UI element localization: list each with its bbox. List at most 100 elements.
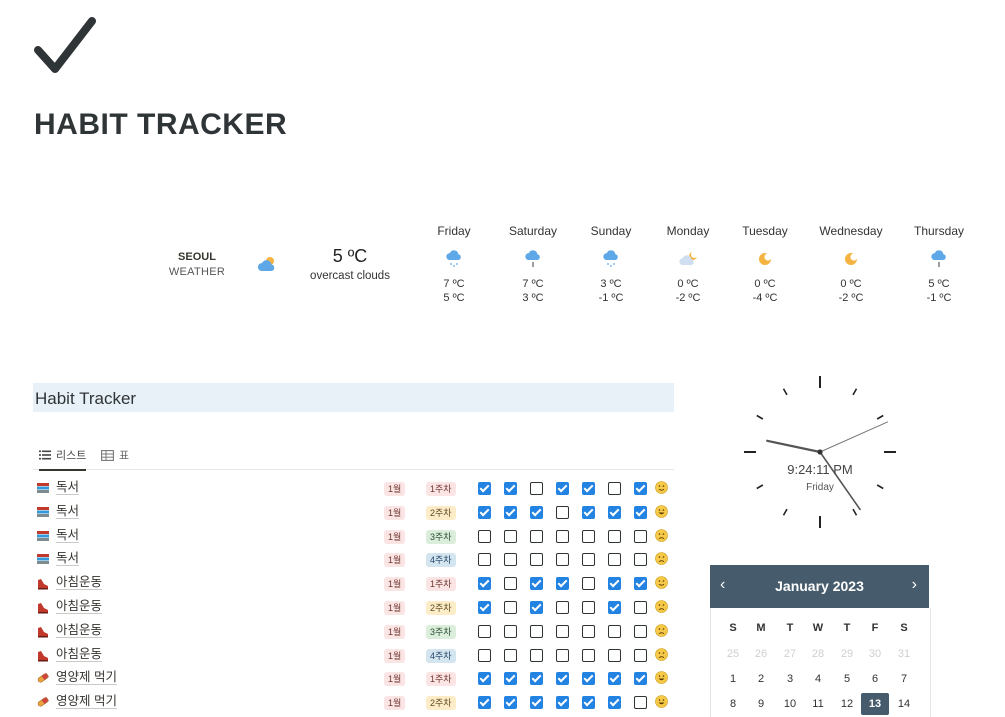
calendar-day-prev-month[interactable]: 28 [804,643,832,665]
day-checkbox[interactable] [530,482,543,495]
habit-name[interactable]: 독서 [56,551,80,567]
day-checkbox[interactable] [504,696,517,710]
day-checkbox[interactable] [530,601,543,614]
day-checkbox[interactable] [608,648,621,662]
day-checkbox[interactable] [556,482,569,495]
day-checkbox[interactable] [582,624,595,638]
day-checkbox[interactable] [556,672,569,686]
day-checkbox[interactable] [478,529,491,543]
habit-row[interactable]: 영양제 먹기 1월 2주차 [33,691,674,713]
day-checkbox[interactable] [530,624,543,638]
day-checkbox[interactable] [504,648,517,662]
day-checkbox[interactable] [556,648,569,662]
calendar-day[interactable]: 12 [833,693,861,715]
calendar-day[interactable]: 1 [719,668,747,690]
day-checkbox[interactable] [556,601,569,614]
day-checkbox[interactable] [504,601,517,614]
day-checkbox[interactable] [634,601,647,614]
habit-row[interactable]: 독서 1월 3주차 [33,525,674,547]
day-checkbox[interactable] [504,482,517,495]
calendar-day-prev-month[interactable]: 26 [747,643,775,665]
day-checkbox[interactable] [478,672,491,686]
day-checkbox[interactable] [608,482,621,495]
day-checkbox[interactable] [634,696,647,710]
day-checkbox[interactable] [582,529,595,543]
tab-table-view[interactable]: 표 [101,447,129,463]
day-checkbox[interactable] [582,696,595,710]
day-checkbox[interactable] [634,505,647,519]
day-checkbox[interactable] [608,601,621,614]
day-checkbox[interactable] [530,529,543,543]
calendar-day-today[interactable]: 13 [861,693,889,715]
day-checkbox[interactable] [634,624,647,638]
day-checkbox[interactable] [608,505,621,519]
day-checkbox[interactable] [530,553,543,567]
day-checkbox[interactable] [608,577,621,591]
day-checkbox[interactable] [556,553,569,567]
habit-row[interactable]: 아침운동 1월 1주차 [33,572,674,594]
day-checkbox[interactable] [530,672,543,686]
calendar-day[interactable]: 4 [804,668,832,690]
day-checkbox[interactable] [582,482,595,495]
calendar-day[interactable]: 11 [804,693,832,715]
day-checkbox[interactable] [478,601,491,614]
calendar-day[interactable]: 9 [747,693,775,715]
habit-name[interactable]: 독서 [56,504,80,519]
habit-name[interactable]: 아침운동 [56,575,103,591]
day-checkbox[interactable] [478,624,491,638]
habit-row[interactable]: 아침운동 1월 4주차 [33,644,674,666]
day-checkbox[interactable] [582,601,595,614]
habit-name[interactable]: 영양제 먹기 [56,670,117,686]
day-checkbox[interactable] [582,505,595,519]
day-checkbox[interactable] [582,553,595,567]
day-checkbox[interactable] [582,648,595,662]
tab-list-view[interactable]: 리스트 [39,447,87,471]
calendar-day[interactable]: 2 [747,668,775,690]
day-checkbox[interactable] [478,553,491,567]
day-checkbox[interactable] [634,482,647,495]
habit-row[interactable]: 독서 1월 2주차 [33,501,674,523]
calendar-day[interactable]: 5 [833,668,861,690]
day-checkbox[interactable] [608,529,621,543]
habit-row[interactable]: 독서 1월 4주차 [33,548,674,570]
day-checkbox[interactable] [504,577,517,591]
day-checkbox[interactable] [634,553,647,567]
day-checkbox[interactable] [504,529,517,543]
day-checkbox[interactable] [608,696,621,710]
day-checkbox[interactable] [608,553,621,567]
day-checkbox[interactable] [478,648,491,662]
calendar-day-prev-month[interactable]: 31 [890,643,918,665]
calendar-next-button[interactable]: › [912,576,917,594]
calendar-day-prev-month[interactable]: 30 [861,643,889,665]
habit-row[interactable]: 영양제 먹기 1월 1주차 [33,667,674,689]
day-checkbox[interactable] [504,553,517,567]
calendar-day-prev-month[interactable]: 25 [719,643,747,665]
habit-name[interactable]: 아침운동 [56,647,103,662]
calendar-day-prev-month[interactable]: 27 [776,643,804,665]
habit-row[interactable]: 아침운동 1월 3주차 [33,620,674,642]
day-checkbox[interactable] [582,577,595,591]
day-checkbox[interactable] [634,529,647,543]
day-checkbox[interactable] [504,505,517,519]
habit-name[interactable]: 영양제 먹기 [56,694,117,710]
habit-name[interactable]: 독서 [56,528,80,543]
day-checkbox[interactable] [530,505,543,519]
day-checkbox[interactable] [478,696,491,710]
day-checkbox[interactable] [504,672,517,686]
day-checkbox[interactable] [530,577,543,591]
day-checkbox[interactable] [608,624,621,638]
habit-row[interactable]: 독서 1월 1주차 [33,477,674,499]
day-checkbox[interactable] [556,696,569,710]
day-checkbox[interactable] [634,577,647,591]
calendar-day[interactable]: 8 [719,693,747,715]
day-checkbox[interactable] [608,672,621,686]
calendar-day[interactable]: 10 [776,693,804,715]
day-checkbox[interactable] [556,577,569,591]
day-checkbox[interactable] [634,648,647,662]
day-checkbox[interactable] [478,482,491,495]
day-checkbox[interactable] [556,505,569,519]
calendar-day[interactable]: 7 [890,668,918,690]
habit-name[interactable]: 아침운동 [56,599,103,614]
calendar-day[interactable]: 14 [890,693,918,715]
habit-name[interactable]: 독서 [56,480,80,495]
